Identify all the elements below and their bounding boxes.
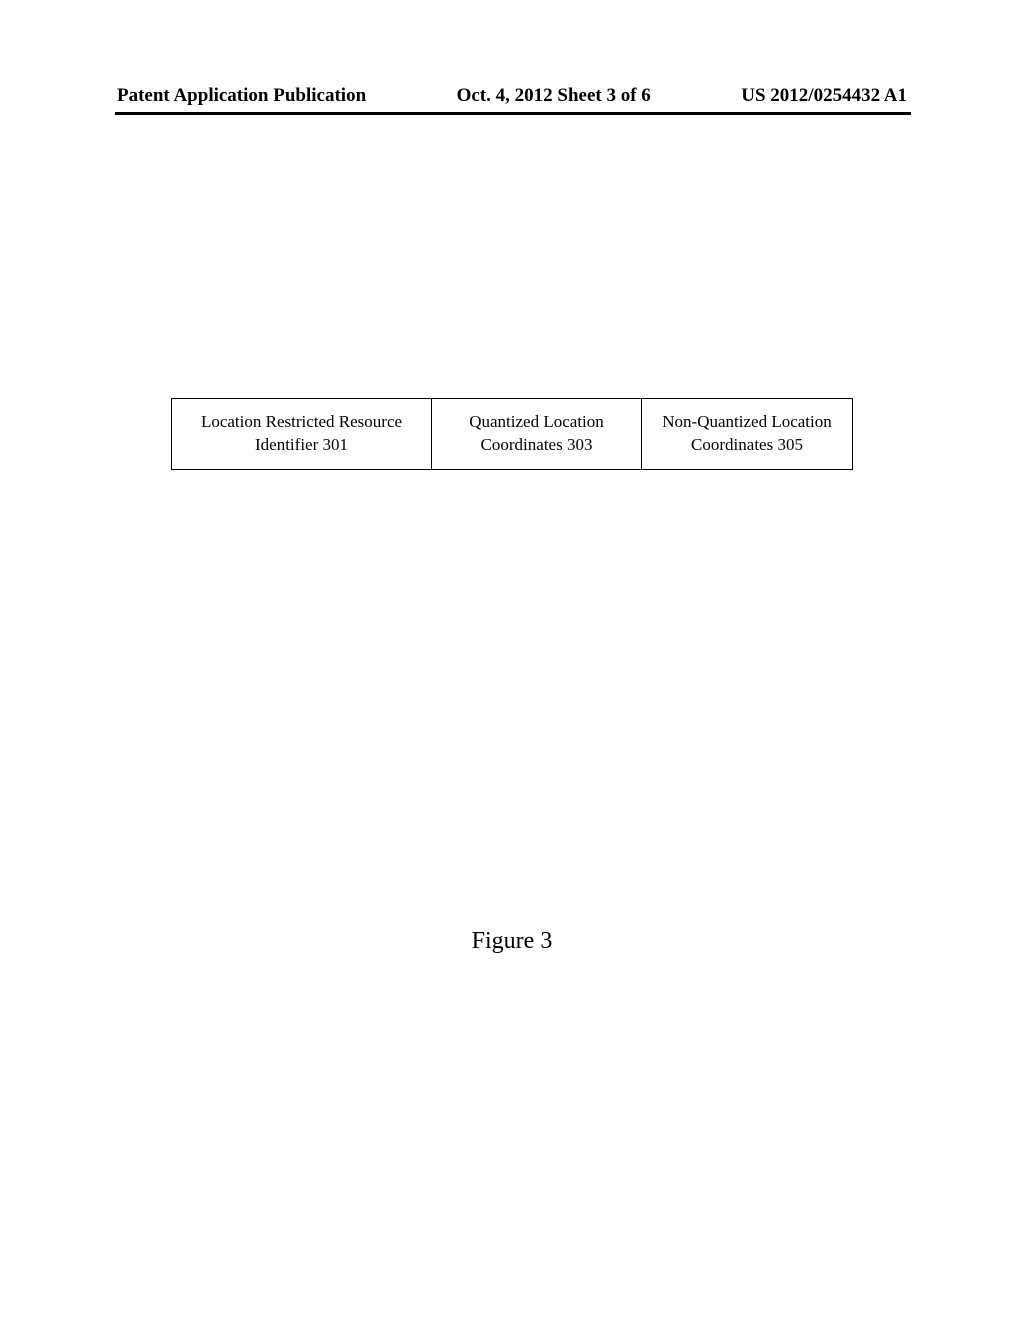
- header-left-text: Patent Application Publication: [117, 85, 366, 107]
- table-cell-identifier: Location Restricted Resource Identifier …: [172, 399, 432, 469]
- cell-text-line: Coordinates 303: [481, 435, 593, 454]
- cell-text-line: Non-Quantized Location: [662, 412, 831, 431]
- diagram-table: Location Restricted Resource Identifier …: [171, 398, 853, 470]
- cell-text-line: Quantized Location: [469, 412, 604, 431]
- page-header: Patent Application Publication Oct. 4, 2…: [0, 85, 1024, 107]
- cell-text-line: Location Restricted Resource: [201, 412, 402, 431]
- table-cell-quantized: Quantized Location Coordinates 303: [432, 399, 642, 469]
- cell-text-line: Identifier 301: [255, 435, 348, 454]
- header-center-text: Oct. 4, 2012 Sheet 3 of 6: [457, 85, 651, 107]
- header-right-text: US 2012/0254432 A1: [741, 85, 907, 107]
- header-divider-line: [115, 112, 911, 115]
- figure-caption: Figure 3: [472, 928, 553, 955]
- cell-text-line: Coordinates 305: [691, 435, 803, 454]
- table-cell-non-quantized: Non-Quantized Location Coordinates 305: [642, 399, 852, 469]
